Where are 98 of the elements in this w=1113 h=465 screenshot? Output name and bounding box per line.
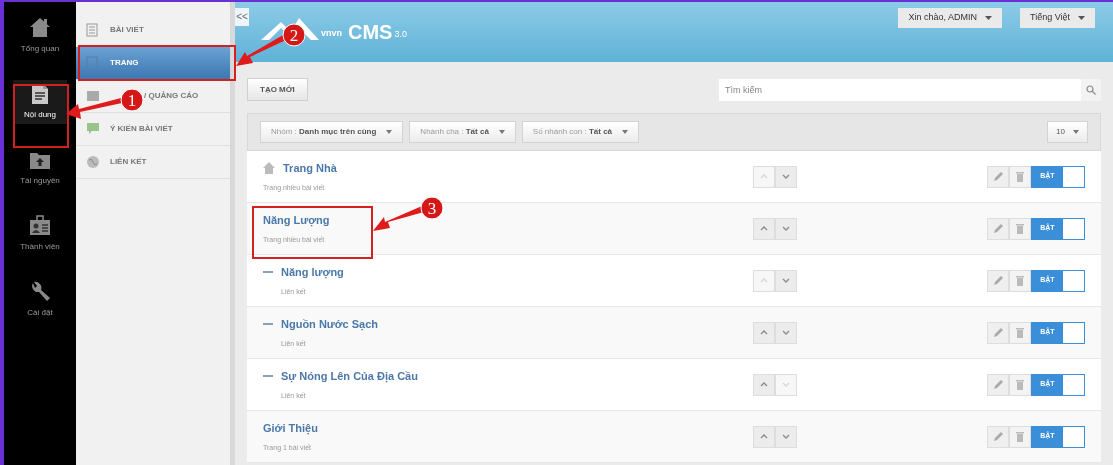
page-icon: [86, 56, 100, 70]
chevron-up-icon: [760, 277, 768, 284]
search-button[interactable]: [1081, 78, 1101, 101]
annotation-arrow: [236, 35, 286, 66]
caret-icon: [498, 130, 505, 134]
chevron-up-icon: [760, 225, 768, 232]
trash-icon: [1015, 430, 1025, 443]
caret-icon: [386, 130, 393, 134]
page-title-link[interactable]: Nguồn Nước Sạch: [281, 316, 379, 333]
move-up-button[interactable]: [753, 373, 775, 396]
logo-brand: vnvn: [321, 26, 342, 40]
step-marker: 3: [420, 196, 444, 220]
page-title-link[interactable]: Sự Nóng Lên Của Địa Cầu: [281, 368, 418, 385]
home-icon: [263, 162, 275, 175]
caret-icon: [1078, 16, 1085, 20]
sidebar-item[interactable]: Thành viên: [13, 212, 67, 256]
pencil-icon: [992, 222, 1004, 235]
delete-button[interactable]: [1009, 373, 1031, 396]
trash-icon: [1015, 170, 1025, 183]
move-down-button[interactable]: [775, 165, 797, 188]
create-button[interactable]: TẠO MỚI: [247, 78, 308, 101]
chevron-up-icon: [760, 381, 768, 388]
edit-button[interactable]: [987, 321, 1009, 344]
pencil-icon: [992, 326, 1004, 339]
caret-icon: [984, 16, 992, 20]
sidebar-item[interactable]: Nội dung: [13, 80, 67, 124]
chevron-down-icon: [782, 381, 790, 388]
filter-dropdown[interactable]: Nhóm : Danh mục trên cùng: [260, 121, 404, 143]
image-icon: [86, 89, 100, 103]
indent-dash: [263, 271, 273, 274]
sidebar-item[interactable]: Tổng quan: [13, 14, 67, 58]
move-up-button[interactable]: [753, 425, 775, 448]
move-down-button[interactable]: [775, 321, 797, 344]
edit-button[interactable]: [987, 425, 1009, 448]
pencil-icon: [992, 274, 1004, 287]
highlight-frame: [13, 84, 69, 148]
delete-button[interactable]: [1009, 425, 1031, 448]
chevron-down-icon: [782, 433, 790, 440]
pencil-icon: [992, 378, 1004, 391]
search-icon: [1086, 84, 1096, 95]
sidebar-item[interactable]: Cài đặt: [13, 278, 67, 322]
step-marker: 2: [282, 23, 306, 47]
move-up-button[interactable]: [753, 217, 775, 240]
page-title-link[interactable]: Năng lượng: [281, 264, 344, 281]
id-card-icon: [29, 215, 51, 237]
sidebar-item[interactable]: Tài nguyên: [13, 146, 67, 190]
chevron-down-icon: [782, 277, 790, 284]
page-title-link[interactable]: Giới Thiệu: [263, 420, 318, 437]
chevron-up-icon: [760, 329, 768, 336]
trash-icon: [1015, 222, 1025, 235]
home-icon: [29, 17, 51, 39]
edit-button[interactable]: [987, 269, 1009, 292]
delete-button[interactable]: [1009, 321, 1031, 344]
move-down-button[interactable]: [775, 269, 797, 292]
user-menu[interactable]: Xin chào, ADMIN: [898, 8, 1002, 28]
document-icon: [29, 83, 51, 105]
delete-button[interactable]: [1009, 165, 1031, 188]
filter-dropdown[interactable]: Nhánh cha : Tất cả: [409, 121, 516, 143]
trash-icon: [1015, 378, 1025, 391]
page-title-link[interactable]: Trang Nhà: [283, 160, 337, 177]
page-size-dropdown[interactable]: 10: [1047, 121, 1088, 143]
step-marker: 1: [120, 88, 144, 112]
delete-button[interactable]: [1009, 217, 1031, 240]
globe-icon: [86, 155, 100, 169]
move-up-button[interactable]: [753, 321, 775, 344]
submenu-item[interactable]: LIÊN KẾT: [76, 146, 230, 179]
annotation-arrow: [373, 206, 424, 231]
speech-bubble-icon: [86, 122, 100, 136]
chevron-up-icon: [760, 433, 768, 440]
caret-icon: [622, 130, 629, 134]
move-down-button[interactable]: [775, 217, 797, 240]
indent-dash: [263, 323, 273, 326]
list-icon: [86, 23, 100, 37]
edit-button[interactable]: [987, 373, 1009, 396]
trash-icon: [1015, 274, 1025, 287]
language-menu[interactable]: Tiếng Việt: [1019, 8, 1095, 28]
logo-version: 3.0: [394, 27, 407, 41]
logo-product: CMS: [348, 22, 393, 42]
annotation-arrow: [66, 98, 122, 119]
collapse-button[interactable]: <<: [235, 8, 249, 26]
chevron-down-icon: [782, 329, 790, 336]
edit-button[interactable]: [987, 217, 1009, 240]
chevron-down-icon: [782, 173, 790, 180]
trash-icon: [1015, 326, 1025, 339]
chevron-down-icon: [782, 225, 790, 232]
pencil-icon: [992, 170, 1004, 183]
indent-dash: [263, 375, 273, 378]
wrench-icon: [29, 281, 51, 303]
edit-button[interactable]: [987, 165, 1009, 188]
filter-dropdown[interactable]: Số nhánh con : Tất cả: [521, 121, 640, 143]
search-field[interactable]: Tìm kiếm: [719, 78, 1081, 101]
chevron-up-icon: [760, 173, 768, 180]
page-title-link[interactable]: Năng Lượng: [263, 212, 330, 229]
pencil-icon: [992, 430, 1004, 443]
caret-icon: [1073, 130, 1079, 134]
move-down-button[interactable]: [775, 425, 797, 448]
delete-button[interactable]: [1009, 269, 1031, 292]
submenu-item[interactable]: TRANG: [76, 47, 230, 80]
